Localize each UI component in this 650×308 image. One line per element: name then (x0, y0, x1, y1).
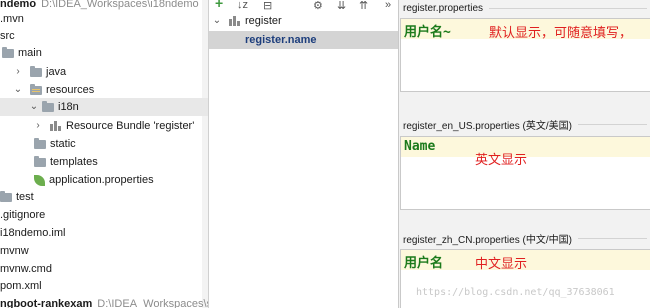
tree-item-application-properties[interactable]: application.properties (0, 171, 208, 189)
tree-item-label: pom.xml (0, 280, 42, 292)
tree-item-label: java (46, 66, 67, 78)
value-editor-default[interactable]: 用户名~ 默认显示，可随意填写， (400, 18, 650, 92)
tree-item-pom[interactable]: pom.xml (0, 277, 208, 295)
tree-item-resources[interactable]: ⌄ resources (0, 81, 208, 99)
tree-item-label: i18n (58, 101, 79, 113)
tree-item-label: Resource Bundle 'register' (66, 120, 195, 132)
section-header-zh-cn: register_zh_CN.properties (中文/中国) (403, 231, 647, 246)
folder-icon (0, 190, 12, 202)
bundle-key-row[interactable]: register.name (209, 31, 399, 49)
tree-item-mvn[interactable]: .mvn (0, 10, 208, 28)
tree-item-project-2[interactable]: ngboot-rankexam D:\IDEA_Workspaces\s (0, 295, 208, 308)
value-text: 用户名~ (404, 25, 451, 40)
tree-item-main[interactable]: main (0, 44, 208, 62)
value-editor-en-us[interactable]: Name 英文显示 (400, 136, 650, 210)
bundle-keys-panel: + ↓z ⊟ ⚙ ⇊ ⇈ » ⌄ register register.name (208, 0, 399, 308)
bundle-key-label: register.name (245, 34, 317, 46)
resource-bundle-icon (229, 15, 241, 27)
bundle-toolbar: + ↓z ⊟ ⚙ ⇊ ⇈ » (209, 0, 399, 12)
tree-item-label: ngboot-rankexam (0, 298, 93, 308)
project-tree-panel: ndemo D:\IDEA_Workspaces\i18ndemo .mvn s… (0, 0, 208, 308)
folder-icon (30, 65, 42, 77)
bundle-root-row[interactable]: ⌄ register (209, 12, 399, 30)
tree-item-i18n[interactable]: ⌄ i18n (0, 98, 208, 116)
section-header-en-us: register_en_US.properties (英文/美国) (403, 117, 647, 132)
more-icon[interactable]: » (385, 0, 391, 11)
chevron-down-icon[interactable]: ⌄ (28, 98, 40, 116)
add-key-button[interactable]: + (215, 0, 223, 11)
tree-item-label: .mvn (0, 13, 24, 25)
tree-item-test[interactable]: test (0, 188, 208, 206)
section-header-default: register.properties (403, 1, 647, 15)
tree-item-mvnw[interactable]: mvnw (0, 242, 208, 260)
folder-icon (34, 155, 46, 167)
tree-item-label: main (18, 47, 42, 59)
tree-item-iml[interactable]: i18ndemo.iml (0, 224, 208, 242)
tree-item-label: .gitignore (0, 209, 46, 221)
section-file-label: register.properties (403, 2, 484, 14)
value-editor-zh-cn[interactable]: 用户名 中文显示 (400, 249, 650, 308)
annotation-note: 英文显示 (475, 153, 528, 168)
tree-item-java[interactable]: › java (0, 63, 208, 81)
bundle-root-label: register (245, 15, 282, 27)
tree-item-label: mvnw.cmd (0, 263, 52, 275)
tree-item-label: mvnw (0, 245, 29, 257)
group-icon[interactable]: ⊟ (263, 0, 272, 12)
folder-icon (2, 46, 14, 58)
watermark: https://blog.csdn.net/qq_37638061 (416, 287, 615, 298)
folder-icon (34, 137, 46, 149)
tree-item-resource-bundle[interactable]: › Resource Bundle 'register' (0, 117, 208, 135)
chevron-down-icon[interactable]: ⌄ (12, 81, 24, 99)
collapse-all-icon[interactable]: ⇈ (359, 0, 368, 12)
folder-icon (42, 100, 54, 112)
tree-item-label: application.properties (49, 174, 154, 186)
spring-leaf-icon (34, 174, 45, 186)
settings-icon[interactable]: ⚙ (313, 0, 323, 12)
tree-item-path: D:\IDEA_Workspaces\s (97, 298, 208, 308)
value-text: 用户名 (404, 256, 444, 271)
chevron-down-icon[interactable]: ⌄ (211, 12, 223, 30)
chevron-right-icon[interactable]: › (12, 63, 24, 81)
expand-all-icon[interactable]: ⇊ (337, 0, 346, 12)
tree-item-label: static (50, 138, 76, 150)
resource-bundle-icon (50, 120, 62, 132)
tree-item-src[interactable]: src (0, 27, 208, 45)
section-file-label: register_en_US.properties (英文/美国) (403, 120, 572, 132)
tree-item-static[interactable]: static (0, 135, 208, 153)
tree-item-gitignore[interactable]: .gitignore (0, 206, 208, 224)
section-file-label: register_zh_CN.properties (中文/中国) (403, 234, 572, 246)
annotation-note: 默认显示，可随意填写， (489, 26, 633, 41)
tree-item-label: test (16, 191, 34, 203)
chevron-right-icon[interactable]: › (32, 117, 44, 135)
tree-item-templates[interactable]: templates (0, 153, 208, 171)
tree-item-label: src (0, 30, 15, 42)
resource-folder-icon (30, 83, 42, 95)
tree-item-label: resources (46, 84, 95, 96)
bundle-editor-panel: register.properties 用户名~ 默认显示，可随意填写， reg… (398, 0, 650, 308)
tree-item-label: i18ndemo.iml (0, 227, 66, 239)
annotation-note: 中文显示 (475, 257, 528, 272)
value-text: Name (404, 139, 436, 154)
tree-item-label: templates (50, 156, 98, 168)
sort-icon[interactable]: ↓z (237, 0, 248, 11)
tree-item-mvnw-cmd[interactable]: mvnw.cmd (0, 260, 208, 278)
